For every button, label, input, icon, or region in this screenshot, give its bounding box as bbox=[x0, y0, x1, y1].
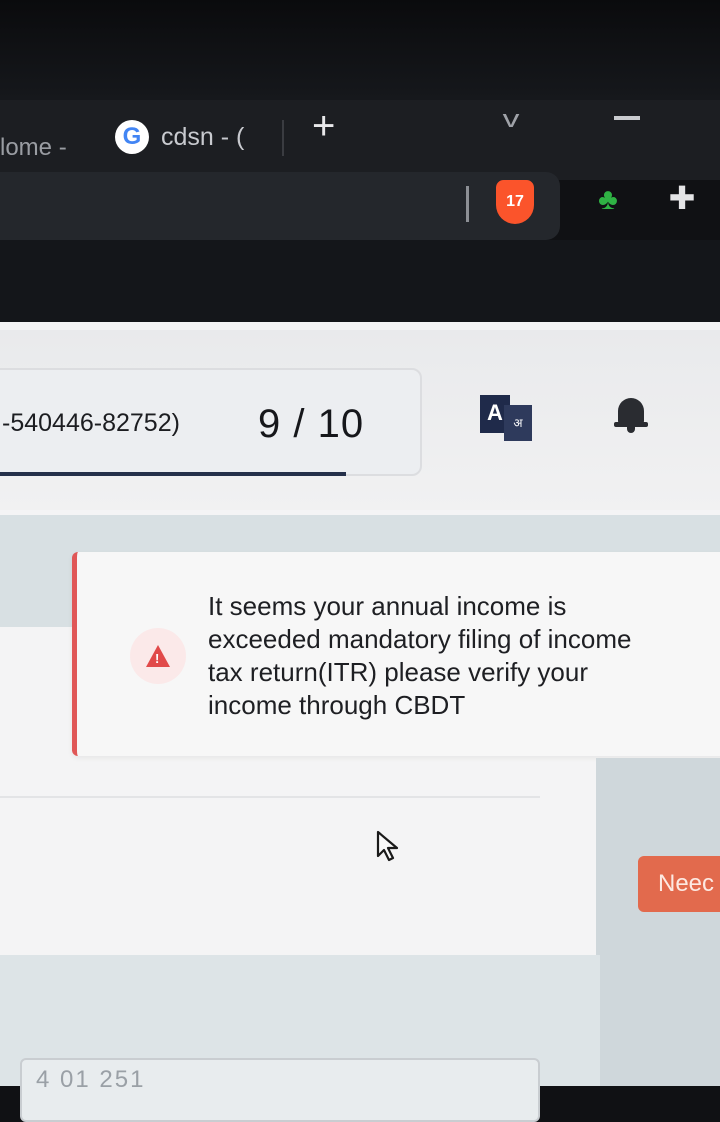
field-underline bbox=[0, 472, 346, 476]
tab-strip bbox=[0, 100, 720, 180]
notification-bell-icon[interactable] bbox=[614, 396, 648, 434]
google-icon: G bbox=[115, 120, 149, 154]
minimize-window-button[interactable] bbox=[614, 116, 640, 120]
extensions-puzzle-icon[interactable]: ✚ bbox=[662, 178, 702, 218]
new-tab-button[interactable]: + bbox=[312, 104, 335, 149]
alert-message: It seems your annual income is exceeded … bbox=[208, 591, 632, 720]
toolbar-divider bbox=[466, 186, 469, 222]
warning-icon: ! bbox=[146, 645, 170, 667]
tab-label: cdsn - ( bbox=[161, 122, 245, 151]
page-counter: 9 / 10 bbox=[258, 402, 365, 446]
mouse-cursor-icon bbox=[376, 830, 399, 862]
footer-value: 4 01 251 bbox=[36, 1066, 146, 1093]
translate-icon-b: अ bbox=[504, 405, 532, 441]
extension-icon[interactable]: ♣ bbox=[588, 180, 628, 220]
application-number: -540446-82752) bbox=[2, 409, 180, 437]
warning-icon-badge: ! bbox=[130, 628, 186, 684]
tab-google-search[interactable]: G cdsn - ( bbox=[115, 120, 244, 154]
tab-divider bbox=[282, 120, 284, 156]
window-titlebar bbox=[0, 0, 720, 100]
bookmarks-bar bbox=[0, 240, 720, 330]
need-help-button[interactable]: Neec bbox=[638, 856, 720, 912]
side-panel bbox=[596, 758, 720, 1086]
address-bar[interactable] bbox=[0, 172, 560, 240]
tab-home[interactable]: lome - bbox=[0, 134, 67, 162]
brave-shields-icon[interactable]: 17 bbox=[496, 180, 534, 224]
translate-icon[interactable]: A अ bbox=[480, 395, 532, 445]
divider bbox=[0, 796, 540, 798]
tab-search-chevron-icon[interactable]: v bbox=[503, 106, 520, 134]
